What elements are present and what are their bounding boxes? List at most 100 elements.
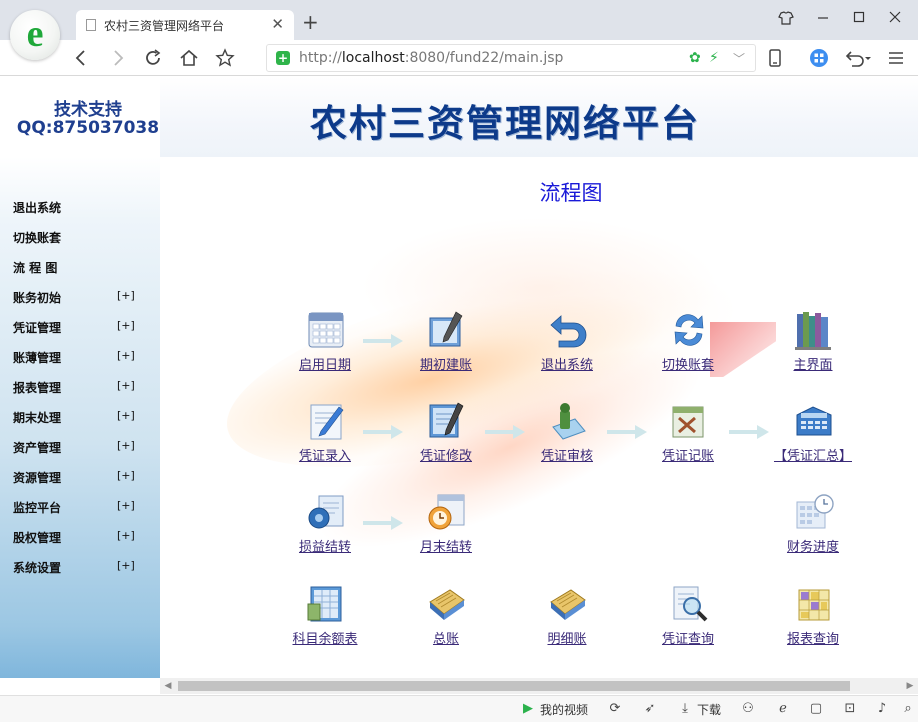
maximize-icon[interactable] [849, 10, 869, 28]
sidebar-item-report-management[interactable]: 报表管理 [+] [13, 379, 143, 399]
browser-tab[interactable]: 农村三资管理网络平台 ✕ [76, 10, 294, 40]
flow-node-voucher-audit[interactable]: 凭证审核 [512, 401, 622, 471]
sidebar-item-period-end[interactable]: 期末处理 [+] [13, 409, 143, 429]
flow-node-report-query[interactable]: 报表查询 [758, 584, 868, 654]
flow-node-voucher-query[interactable]: 凭证查询 [633, 584, 743, 654]
flow-node-link[interactable]: 损益结转 [270, 536, 380, 555]
rocket-icon[interactable]: ➶ [642, 701, 658, 716]
menu-icon[interactable] [885, 47, 907, 69]
flow-node-link[interactable]: 凭证查询 [633, 628, 743, 647]
flow-node-link[interactable]: 主界面 [758, 354, 868, 373]
sidebar-item-flowchart[interactable]: 流 程 图 [13, 259, 143, 279]
sidebar-item-equity-management[interactable]: 股权管理 [+] [13, 529, 143, 549]
flow-node-voucher-summary[interactable]: 【凭证汇总】 [758, 401, 868, 471]
url-text[interactable]: http://localhost:8080/fund22/main.jsp [299, 50, 563, 66]
sidebar-item-monitoring[interactable]: 监控平台 [+] [13, 499, 143, 519]
address-bar[interactable]: + http://localhost:8080/fund22/main.jsp … [266, 44, 756, 72]
sidebar-item-switch-account[interactable]: 切换账套 [13, 229, 143, 249]
sidebar-item-system-settings[interactable]: 系统设置 [+] [13, 559, 143, 579]
scroll-left-icon[interactable]: ◀ [160, 678, 176, 694]
expand-toggle[interactable]: [+] [117, 499, 135, 512]
scroll-right-icon[interactable]: ▶ [902, 678, 918, 694]
tab-close-icon[interactable]: ✕ [271, 15, 284, 33]
speed-mode-icon[interactable]: ✿ [689, 50, 701, 66]
download-button[interactable]: 下载 [697, 701, 721, 718]
expand-toggle[interactable]: [+] [117, 409, 135, 422]
lightning-icon[interactable]: ⚡ [709, 50, 719, 66]
flow-node-link[interactable]: 凭证审核 [512, 445, 622, 464]
flow-node-voucher-entry[interactable]: 凭证录入 [270, 401, 380, 471]
download-icon[interactable]: ⤓ [677, 701, 693, 716]
books-icon [795, 312, 831, 350]
flow-node-link[interactable]: 切换账套 [633, 354, 743, 373]
flow-node-link[interactable]: 明细账 [512, 628, 622, 647]
browser-logo-icon[interactable]: e [10, 10, 60, 60]
expand-toggle[interactable]: [+] [117, 379, 135, 392]
flow-node-financial-progress[interactable]: 财务进度 [758, 492, 868, 562]
flow-node-link[interactable]: 【凭证汇总】 [758, 445, 868, 464]
chevron-down-icon[interactable]: ﹀ [733, 50, 745, 67]
zoom-icon[interactable]: ⊡ [842, 701, 858, 716]
flow-node-start-date[interactable]: 启用日期 [270, 310, 380, 380]
minimize-icon[interactable] [813, 10, 833, 28]
undo-menu-icon[interactable] [842, 47, 872, 69]
flow-node-link[interactable]: 凭证记账 [633, 445, 743, 464]
flow-node-general-ledger[interactable]: 总账 [391, 584, 501, 654]
flow-node-detail-ledger[interactable]: 明细账 [512, 584, 622, 654]
flow-node-profit-loss-transfer[interactable]: 损益结转 [270, 492, 380, 562]
flow-node-link[interactable]: 退出系统 [512, 354, 622, 373]
flow-node-link[interactable]: 总账 [391, 628, 501, 647]
skin-icon[interactable] [776, 10, 796, 30]
expand-toggle[interactable]: [+] [117, 529, 135, 542]
search-icon[interactable]: ⌕ [900, 701, 916, 716]
back-icon[interactable] [70, 47, 92, 69]
expand-toggle[interactable]: [+] [117, 439, 135, 452]
flow-node-link[interactable]: 科目余额表 [270, 628, 380, 647]
flow-node-voucher-modify[interactable]: 凭证修改 [391, 401, 501, 471]
extensions-icon[interactable]: ⚇ [740, 701, 756, 716]
flow-node-voucher-posting[interactable]: 凭证记账 [633, 401, 743, 471]
browser-e-icon[interactable]: ℯ [775, 701, 791, 716]
refresh-icon[interactable] [142, 47, 164, 69]
audit-stamp-icon [552, 403, 586, 440]
flow-node-main-page[interactable]: 主界面 [758, 310, 868, 380]
sidebar-item-voucher-management[interactable]: 凭证管理 [+] [13, 319, 143, 339]
forward-icon[interactable] [107, 47, 129, 69]
expand-toggle[interactable]: [+] [117, 289, 135, 302]
sidebar-item-accounting-init[interactable]: 账务初始 [+] [13, 289, 143, 309]
scrollbar-thumb[interactable] [178, 681, 850, 691]
flow-node-link[interactable]: 财务进度 [758, 536, 868, 555]
expand-toggle[interactable]: [+] [117, 469, 135, 482]
window-icon[interactable]: ▢ [808, 701, 824, 716]
horizontal-scrollbar[interactable]: ◀ ▶ [160, 678, 918, 694]
sidebar-item-ledger-management[interactable]: 账薄管理 [+] [13, 349, 143, 369]
expand-toggle[interactable]: [+] [117, 349, 135, 362]
flow-node-opening-accounts[interactable]: 期初建账 [391, 310, 501, 380]
sidebar-item-asset-management[interactable]: 资产管理 [+] [13, 439, 143, 459]
undo-arrow-icon [550, 315, 587, 348]
flow-node-link[interactable]: 月末结转 [391, 536, 501, 555]
speed-dial-icon[interactable]: ⟳ [607, 701, 623, 716]
phone-icon[interactable] [764, 47, 786, 69]
flow-node-link[interactable]: 报表查询 [758, 628, 868, 647]
home-icon[interactable] [178, 47, 200, 69]
sidebar-item-resource-management[interactable]: 资源管理 [+] [13, 469, 143, 489]
video-icon[interactable]: ▶ [520, 701, 536, 716]
flow-node-link[interactable]: 启用日期 [270, 354, 380, 373]
flow-node-account-balance[interactable]: 科目余额表 [270, 584, 380, 654]
volume-icon[interactable]: ♪ [874, 701, 890, 716]
expand-toggle[interactable]: [+] [117, 319, 135, 332]
flow-node-link[interactable]: 期初建账 [391, 354, 501, 373]
flow-node-link[interactable]: 凭证修改 [391, 445, 501, 464]
flow-node-exit-system[interactable]: 退出系统 [512, 310, 622, 380]
my-videos-button[interactable]: 我的视频 [540, 701, 588, 718]
flow-node-switch-account[interactable]: 切换账套 [633, 310, 743, 380]
flow-node-month-end-transfer[interactable]: 月末结转 [391, 492, 501, 562]
apps-grid-icon[interactable] [808, 47, 830, 69]
favorite-star-icon[interactable] [214, 47, 236, 69]
new-tab-button[interactable]: + [302, 12, 319, 32]
flow-node-link[interactable]: 凭证录入 [270, 445, 380, 464]
sidebar-item-logout[interactable]: 退出系统 [13, 199, 143, 219]
close-window-icon[interactable] [885, 10, 905, 28]
expand-toggle[interactable]: [+] [117, 559, 135, 572]
